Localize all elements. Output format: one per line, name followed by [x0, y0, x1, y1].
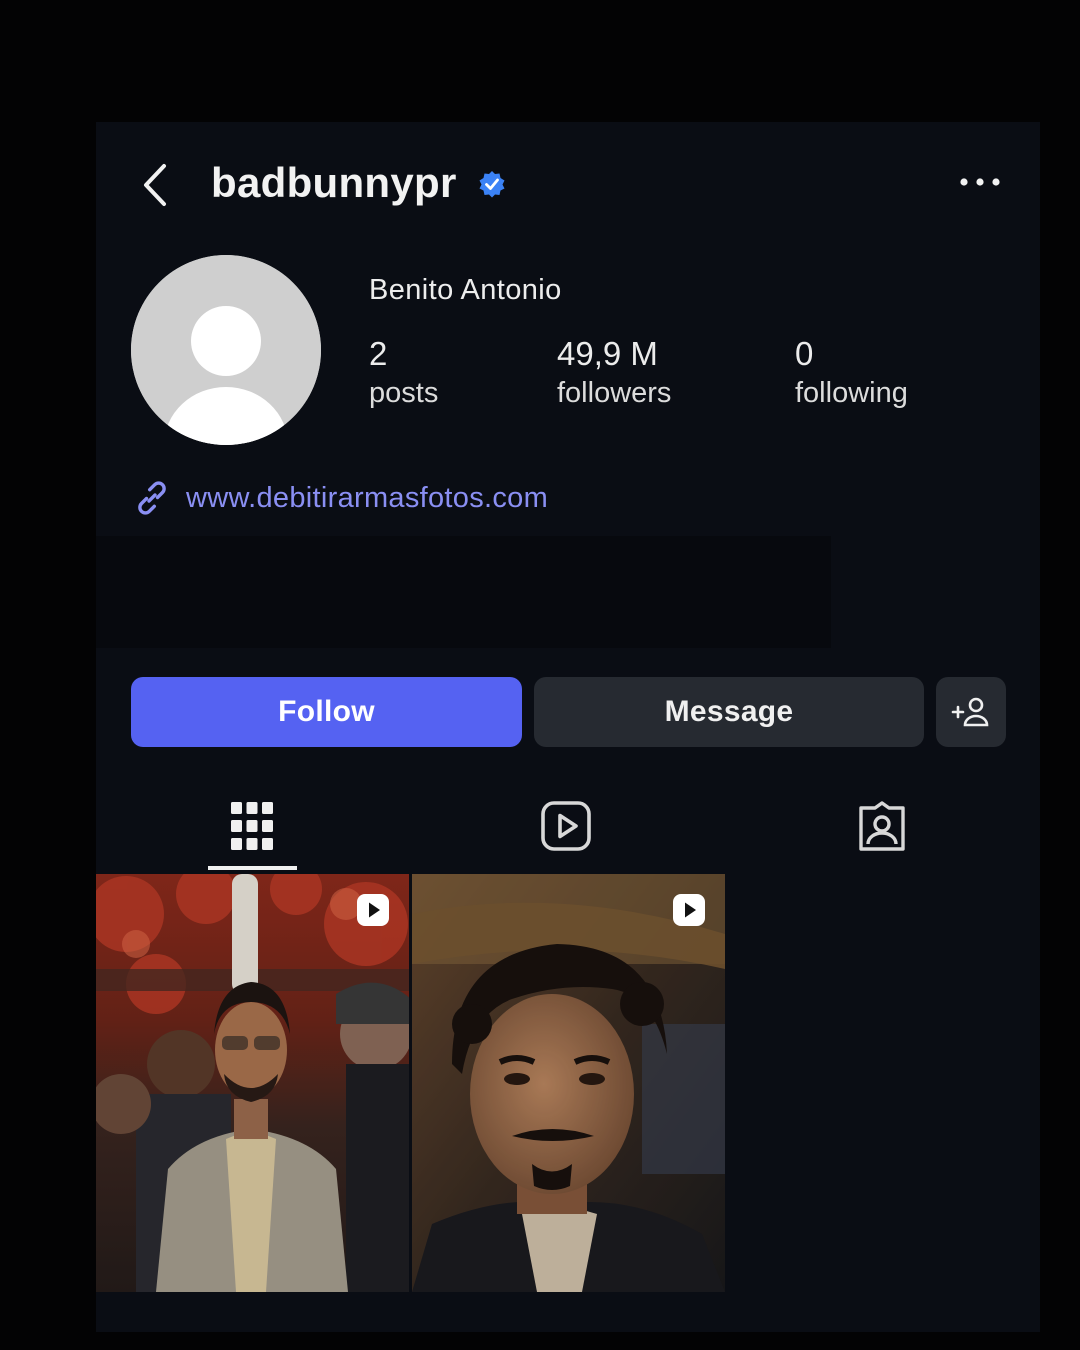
stat-followers-label: followers — [557, 377, 672, 409]
verified-badge-icon — [479, 171, 505, 198]
profile-link-text[interactable]: www.debitirarmasfotos.com — [186, 482, 548, 515]
tab-reels[interactable] — [526, 786, 606, 866]
stat-followers-value: 49,9 M — [557, 335, 658, 372]
post-thumbnail[interactable] — [412, 874, 725, 1292]
post-photo-crowd — [96, 874, 409, 1292]
stat-following-label: following — [795, 377, 908, 409]
tab-tagged[interactable] — [842, 786, 922, 866]
default-avatar-icon — [131, 255, 321, 445]
add-person-icon — [951, 697, 989, 727]
more-options-button[interactable] — [956, 166, 1004, 198]
stat-following[interactable]: 0 following — [795, 334, 908, 412]
stat-posts-value: 2 — [369, 335, 388, 372]
back-button[interactable] — [136, 160, 176, 210]
display-name: Benito Antonio — [369, 274, 562, 306]
tagged-icon — [859, 801, 905, 851]
stat-followers[interactable]: 49,9 M followers — [557, 334, 671, 412]
more-horizontal-icon — [960, 178, 1000, 186]
profile-screen: badbunnypr Benito Antonio 2 posts 49,9 M… — [96, 122, 1040, 1332]
profile-username: badbunnypr — [211, 159, 457, 206]
tab-posts-grid[interactable] — [212, 786, 292, 866]
profile-link[interactable]: www.debitirarmasfotos.com — [132, 476, 548, 520]
avatar[interactable] — [131, 255, 321, 445]
bio-redacted-area — [96, 536, 831, 648]
reel-icon — [673, 894, 705, 926]
grid-icon — [231, 802, 273, 850]
message-button[interactable]: Message — [534, 677, 924, 747]
screen: badbunnypr Benito Antonio 2 posts 49,9 M… — [0, 0, 1080, 1350]
suggested-users-button[interactable] — [936, 677, 1006, 747]
post-thumbnail[interactable] — [96, 874, 409, 1292]
stat-posts[interactable]: 2 posts — [369, 334, 438, 412]
stat-posts-label: posts — [369, 377, 439, 409]
reels-icon — [541, 801, 591, 851]
chevron-left-icon — [144, 164, 166, 206]
post-photo-portrait — [412, 874, 725, 1292]
tab-active-indicator — [208, 866, 297, 870]
stat-following-value: 0 — [795, 335, 814, 372]
link-icon — [138, 481, 166, 515]
follow-button[interactable]: Follow — [131, 677, 522, 747]
reel-icon — [357, 894, 389, 926]
